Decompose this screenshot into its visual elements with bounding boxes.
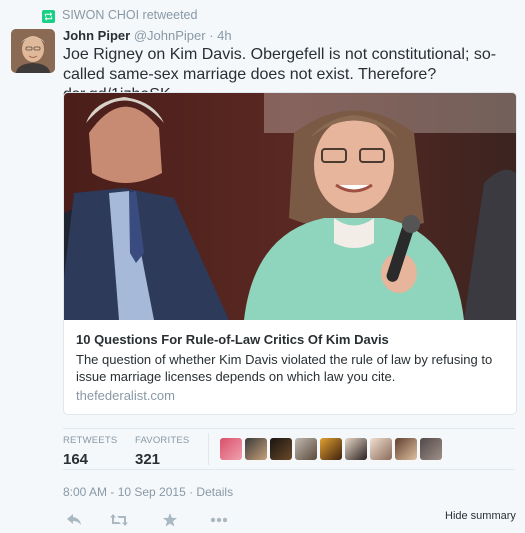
time-separator: ·: [209, 28, 214, 43]
favoriter-avatar[interactable]: [320, 438, 342, 460]
summary-card[interactable]: 10 Questions For Rule-of-Law Critics Of …: [63, 92, 517, 415]
author-name[interactable]: John Piper: [63, 28, 130, 43]
author-handle[interactable]: @JohnPiper: [134, 28, 206, 43]
more-icon[interactable]: [208, 510, 230, 530]
tweet-timestamp[interactable]: 8:00 AM - 10 Sep 2015 · Details: [63, 485, 233, 499]
card-image[interactable]: [64, 93, 516, 320]
tweet-actions: [63, 510, 263, 530]
favorites-stat[interactable]: FAVORITES 321: [135, 435, 189, 468]
favoriter-avatar[interactable]: [395, 438, 417, 460]
favorites-count: 321: [135, 451, 161, 468]
retweets-stat[interactable]: RETWEETS 164: [63, 435, 117, 468]
favoriter-avatar[interactable]: [245, 438, 267, 460]
retweeted-by-label[interactable]: SIWON CHOI retweeted: [62, 8, 197, 22]
tweet-age[interactable]: 4h: [217, 28, 231, 43]
tweet-stats: RETWEETS 164 FAVORITES 321: [63, 428, 515, 470]
card-title[interactable]: 10 Questions For Rule-of-Law Critics Of …: [76, 332, 389, 347]
favoriter-avatar[interactable]: [270, 438, 292, 460]
favoriter-avatar[interactable]: [420, 438, 442, 460]
star-icon[interactable]: [159, 510, 181, 530]
favoriter-avatar[interactable]: [370, 438, 392, 460]
retweets-label: RETWEETS: [63, 435, 118, 446]
retweet-indicator-icon: [42, 10, 55, 23]
retweet-icon[interactable]: [108, 510, 130, 530]
tweet-header: John Piper @JohnPiper · 4h: [63, 28, 232, 43]
favoriter-avatar[interactable]: [345, 438, 367, 460]
hide-summary-link[interactable]: Hide summary: [445, 510, 516, 522]
tweet[interactable]: SIWON CHOI retweeted John Piper @JohnPip…: [0, 0, 525, 533]
stats-divider: [208, 433, 209, 465]
retweets-count: 164: [63, 451, 89, 468]
favoriter-avatar[interactable]: [295, 438, 317, 460]
favorites-label: FAVORITES: [135, 435, 190, 446]
card-description: The question of whether Kim Davis violat…: [76, 352, 493, 384]
avatar[interactable]: [11, 29, 55, 73]
card-domain[interactable]: thefederalist.com: [76, 388, 175, 403]
favoriter-avatar[interactable]: [220, 438, 242, 460]
reply-icon[interactable]: [63, 510, 85, 530]
favoriters-avatars: [220, 438, 442, 460]
